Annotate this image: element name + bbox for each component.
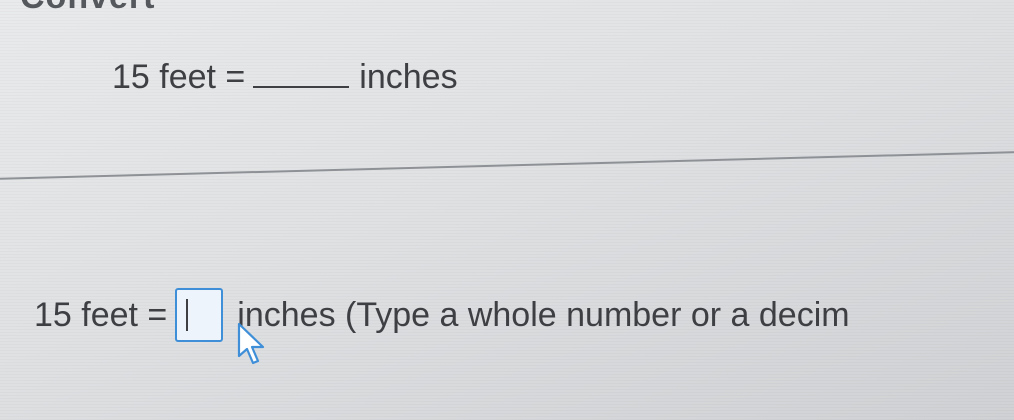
question-prompt: 15 feet = inches <box>112 56 458 97</box>
question-unit: inches <box>359 58 458 96</box>
answer-row: 15 feet = inches (Type a whole number or… <box>34 288 850 342</box>
section-divider <box>0 150 1014 180</box>
pointer-cursor-icon <box>237 322 265 365</box>
answer-lhs: 15 feet = <box>34 295 168 334</box>
answer-instruction: inches (Type a whole number or a decim <box>237 295 850 334</box>
question-lhs: 15 feet = <box>112 58 246 96</box>
text-caret <box>186 299 189 331</box>
question-blank <box>253 56 350 88</box>
answer-input[interactable] <box>175 288 224 342</box>
page-heading: Convert <box>20 0 155 17</box>
